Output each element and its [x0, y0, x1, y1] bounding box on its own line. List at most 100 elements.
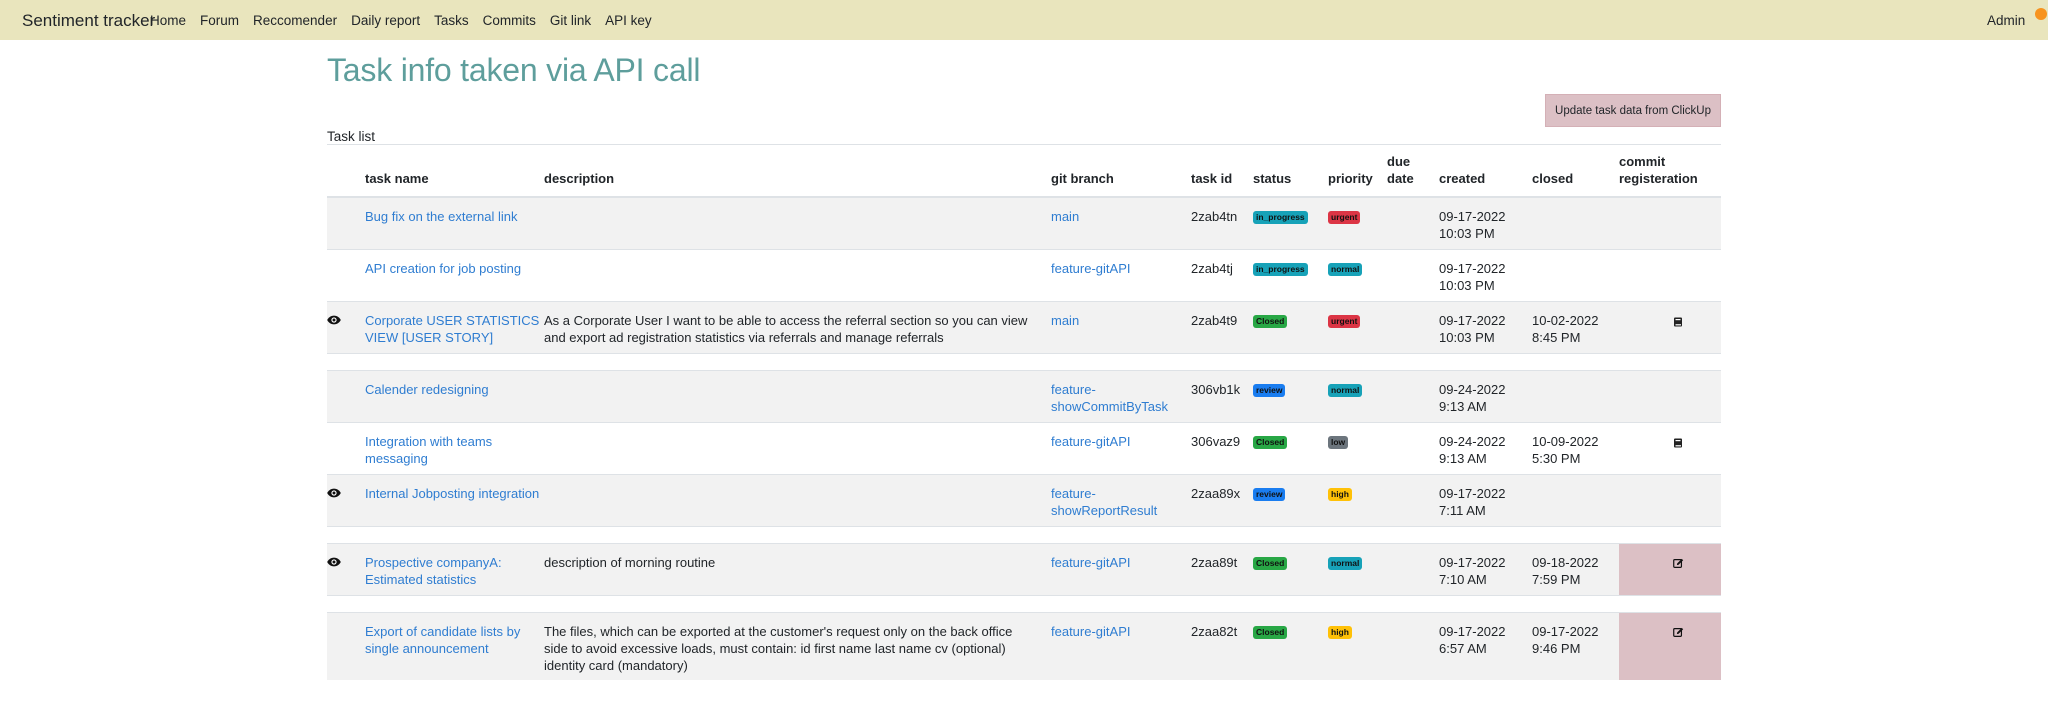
- status-cell: review: [1253, 473, 1328, 526]
- status-badge: review: [1253, 383, 1286, 397]
- priority-badge: normal: [1328, 556, 1363, 570]
- git-branch-link[interactable]: feature-gitAPI: [1051, 624, 1131, 639]
- task-name-link[interactable]: Integration with teams messaging: [365, 434, 492, 466]
- commit-registeration-cell[interactable]: [1619, 542, 1721, 595]
- status-cell: Closed: [1253, 421, 1328, 474]
- notification-dot: [2035, 8, 2047, 20]
- git-branch-link[interactable]: feature-gitAPI: [1051, 434, 1131, 449]
- task-name-link[interactable]: Internal Jobposting integration: [365, 486, 539, 501]
- git-branch-cell: main: [1051, 300, 1191, 353]
- task-name-link[interactable]: Prospective companyA: Estimated statisti…: [365, 555, 502, 587]
- git-branch-link[interactable]: feature-gitAPI: [1051, 555, 1131, 570]
- view-cell: [327, 369, 365, 422]
- view-cell[interactable]: [327, 300, 365, 353]
- priority-cell: high: [1328, 611, 1387, 680]
- nav-reccomender[interactable]: Reccomender: [253, 13, 337, 28]
- created-cell: 09-17-2022 7:10 AM: [1439, 542, 1532, 595]
- edit-icon[interactable]: [1673, 556, 1684, 573]
- task-name-cell: Calender redesigning: [365, 369, 544, 422]
- admin-menu[interactable]: Admin: [1987, 13, 2025, 28]
- git-branch-cell: main: [1051, 196, 1191, 249]
- nav-forum[interactable]: Forum: [200, 13, 239, 28]
- created-cell: 09-24-2022 9:13 AM: [1439, 369, 1532, 422]
- commit-registeration-cell: [1619, 369, 1721, 422]
- description-cell: [544, 248, 1051, 301]
- priority-cell: urgent: [1328, 196, 1387, 249]
- view-cell[interactable]: [327, 473, 365, 526]
- closed-cell: 09-18-2022 7:59 PM: [1532, 542, 1619, 595]
- task-id-cell: 2zaa89x: [1191, 473, 1253, 526]
- brand-logo[interactable]: Sentiment tracker: [22, 11, 155, 31]
- nav-api-key[interactable]: API key: [605, 13, 652, 28]
- task-name-cell: Integration with teams messaging: [365, 421, 544, 474]
- created-cell: 09-17-2022 6:57 AM: [1439, 611, 1532, 680]
- table-row: Prospective companyA: Estimated statisti…: [327, 542, 1721, 595]
- view-cell: [327, 421, 365, 474]
- task-id-cell: 2zab4tn: [1191, 196, 1253, 249]
- task-name-link[interactable]: Calender redesigning: [365, 382, 489, 397]
- due-date-cell: [1387, 369, 1439, 422]
- book-icon[interactable]: [1673, 314, 1683, 331]
- git-branch-link[interactable]: feature-showCommitByTask: [1051, 382, 1168, 414]
- priority-badge: high: [1328, 487, 1352, 501]
- priority-cell: high: [1328, 473, 1387, 526]
- commit-registeration-cell: [1619, 196, 1721, 249]
- task-name-link[interactable]: Bug fix on the external link: [365, 209, 517, 224]
- table-row: Corporate USER STATISTICS VIEW [USER STO…: [327, 300, 1721, 353]
- commit-registeration-cell[interactable]: [1619, 611, 1721, 680]
- closed-cell: [1532, 196, 1619, 249]
- commit-registeration-cell[interactable]: [1619, 421, 1721, 474]
- priority-cell: low: [1328, 421, 1387, 474]
- eye-icon[interactable]: [327, 313, 341, 328]
- nav-home[interactable]: Home: [150, 13, 186, 28]
- commit-registeration-cell[interactable]: [1619, 300, 1721, 353]
- status-cell: Closed: [1253, 300, 1328, 353]
- edit-icon[interactable]: [1673, 625, 1684, 642]
- status-badge: review: [1253, 487, 1286, 501]
- task-name-link[interactable]: Corporate USER STATISTICS VIEW [USER STO…: [365, 313, 539, 345]
- git-branch-link[interactable]: feature-showReportResult: [1051, 486, 1157, 518]
- nav-tasks[interactable]: Tasks: [434, 13, 469, 28]
- task-name-cell: Export of candidate lists by single anno…: [365, 611, 544, 680]
- update-task-data-button[interactable]: Update task data from ClickUp: [1545, 94, 1721, 127]
- book-icon[interactable]: [1673, 435, 1683, 452]
- header-task-id: task id: [1191, 144, 1253, 198]
- git-branch-cell: feature-gitAPI: [1051, 542, 1191, 595]
- task-name-cell: Bug fix on the external link: [365, 196, 544, 249]
- status-badge: in_progress: [1253, 262, 1308, 276]
- status-badge: Closed: [1253, 435, 1288, 449]
- task-table-body: Bug fix on the external link main 2zab4tn i…: [327, 196, 1721, 680]
- git-branch-link[interactable]: main: [1051, 209, 1079, 224]
- status-badge: Closed: [1253, 314, 1288, 328]
- top-navbar: Sentiment tracker Home Forum Reccomender…: [0, 0, 2048, 40]
- task-name-link[interactable]: Export of candidate lists by single anno…: [365, 624, 520, 656]
- task-name-link[interactable]: API creation for job posting: [365, 261, 521, 276]
- nav-git-link[interactable]: Git link: [550, 13, 591, 28]
- task-name-cell: Prospective companyA: Estimated statisti…: [365, 542, 544, 595]
- status-badge: in_progress: [1253, 211, 1308, 224]
- view-cell: [327, 248, 365, 301]
- eye-icon[interactable]: [327, 555, 341, 570]
- view-cell[interactable]: [327, 542, 365, 595]
- task-name-cell: Internal Jobposting integration: [365, 473, 544, 526]
- table-row: Calender redesigning feature-showCommitBy…: [327, 369, 1721, 422]
- priority-badge: urgent: [1328, 211, 1361, 224]
- task-id-cell: 2zab4tj: [1191, 248, 1253, 301]
- status-cell: in_progress: [1253, 196, 1328, 249]
- eye-icon[interactable]: [327, 486, 341, 501]
- closed-cell: [1532, 473, 1619, 526]
- page-title: Task info taken via API call: [327, 52, 701, 88]
- priority-badge: high: [1328, 625, 1352, 639]
- due-date-cell: [1387, 196, 1439, 249]
- git-branch-link[interactable]: main: [1051, 313, 1079, 328]
- description-cell: [544, 369, 1051, 422]
- due-date-cell: [1387, 300, 1439, 353]
- due-date-cell: [1387, 473, 1439, 526]
- git-branch-link[interactable]: feature-gitAPI: [1051, 261, 1131, 276]
- header-priority: priority: [1328, 144, 1387, 198]
- table-row: API creation for job posting feature-gitA…: [327, 248, 1721, 301]
- nav-commits[interactable]: Commits: [483, 13, 536, 28]
- task-id-cell: 306vb1k: [1191, 369, 1253, 422]
- status-cell: review: [1253, 369, 1328, 422]
- nav-daily-report[interactable]: Daily report: [351, 13, 420, 28]
